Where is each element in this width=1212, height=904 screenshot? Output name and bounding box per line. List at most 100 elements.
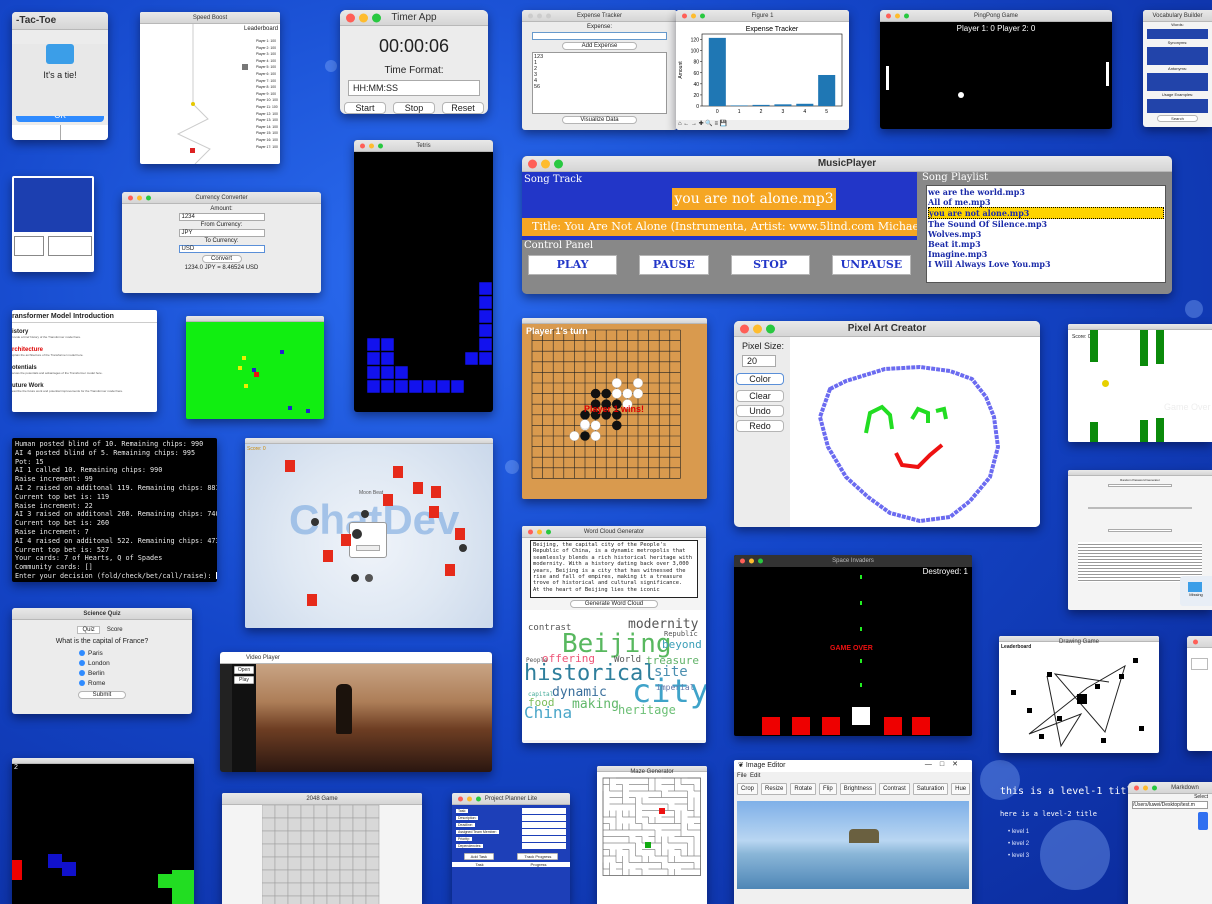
grid-cell[interactable]	[326, 895, 341, 904]
format-input[interactable]: HH:MM:SS	[348, 80, 480, 96]
convert-button[interactable]: Convert	[201, 255, 242, 263]
select-button[interactable]: Select	[1128, 794, 1212, 800]
menu-file[interactable]: File	[737, 773, 747, 779]
menu-edit[interactable]: Edit	[750, 773, 760, 779]
field-input[interactable]	[522, 808, 566, 814]
editor-button-flip[interactable]: Flip	[819, 783, 837, 795]
grid-cell[interactable]	[287, 856, 302, 871]
unpause-button[interactable]: UNPAUSE	[831, 255, 911, 275]
words-box[interactable]	[1147, 29, 1208, 39]
radio-option[interactable]: Rome	[79, 679, 192, 689]
grid-cell[interactable]	[352, 856, 367, 871]
grid-cell[interactable]	[300, 895, 315, 904]
video-frame[interactable]	[256, 664, 492, 772]
grid-cell[interactable]	[365, 805, 380, 819]
from-input[interactable]: JPY	[178, 229, 265, 237]
length-input[interactable]	[1108, 484, 1172, 487]
add-task-button[interactable]: Add Task	[463, 853, 495, 860]
undo-button[interactable]: Undo	[736, 405, 784, 417]
grid-cell[interactable]	[365, 830, 380, 845]
window-controls[interactable]: —□✕	[925, 760, 966, 768]
image-canvas[interactable]	[737, 801, 969, 889]
grid-cell[interactable]	[262, 805, 276, 819]
antonyms-box[interactable]	[1147, 73, 1208, 91]
track-progress-button[interactable]: Track Progress	[517, 853, 559, 860]
playlist-item[interactable]: Wolves.mp3	[928, 229, 1164, 239]
grid-cell[interactable]	[326, 869, 341, 884]
grid-cell[interactable]	[287, 805, 302, 819]
search-button[interactable]: Search	[1157, 115, 1198, 122]
field-input[interactable]	[522, 836, 566, 842]
color-button[interactable]: Color	[736, 373, 784, 385]
grid-cell[interactable]	[352, 895, 367, 904]
grid-cell[interactable]	[287, 882, 302, 897]
grid-cell[interactable]	[365, 882, 380, 897]
expense-input[interactable]	[532, 32, 667, 40]
slider[interactable]	[1088, 507, 1192, 509]
grid-cell[interactable]	[365, 869, 380, 884]
field-input[interactable]	[522, 822, 566, 828]
grid-cell[interactable]	[365, 895, 380, 904]
grid-cell[interactable]	[352, 805, 367, 819]
grid-cell[interactable]	[274, 830, 289, 845]
field-input[interactable]	[522, 843, 566, 849]
grid-cell[interactable]	[326, 856, 341, 871]
grid-cell[interactable]	[274, 805, 289, 819]
playlist-item[interactable]: Beat it.mp3	[928, 239, 1164, 249]
stop-button[interactable]: STOP	[730, 255, 810, 275]
grid-cell[interactable]	[365, 817, 380, 832]
grid-cell[interactable]	[313, 805, 328, 819]
radio-option[interactable]: Paris	[79, 649, 192, 659]
grid-cell[interactable]	[326, 817, 341, 832]
grid-cell[interactable]	[313, 856, 328, 871]
playlist-item[interactable]: The Sound Of Silence.mp3	[928, 219, 1164, 229]
reset-button[interactable]: Reset	[442, 102, 484, 114]
grid-cell[interactable]	[287, 869, 302, 884]
column-progress[interactable]: Progress	[531, 862, 547, 867]
expense-list[interactable]: 123 1 2 3 4 56	[532, 52, 667, 114]
field-input[interactable]	[522, 815, 566, 821]
editor-button-brightness[interactable]: Brightness	[839, 783, 877, 795]
playlist-listbox[interactable]: we are the world.mp3 All of me.mp3 you are…	[926, 185, 1166, 283]
pause-button[interactable]: PAUSE	[639, 255, 709, 275]
grid-cell[interactable]	[352, 843, 367, 858]
synonyms-box[interactable]	[1147, 47, 1208, 65]
stop-button[interactable]: Stop	[393, 102, 435, 114]
to-input[interactable]: USD	[178, 245, 265, 253]
editor-button-rotate[interactable]: Rotate	[790, 783, 817, 795]
grid-cell[interactable]	[300, 869, 315, 884]
grid-cell[interactable]	[313, 882, 328, 897]
grid-cell[interactable]	[339, 882, 354, 897]
grid-cell[interactable]	[287, 817, 302, 832]
input-field[interactable]	[1191, 658, 1208, 670]
plot-toolbar[interactable]: ⌂ ← → ✚ 🔍 ≡ 💾	[676, 120, 849, 130]
pixel-size-input[interactable]: 20	[742, 355, 776, 367]
list-box[interactable]	[48, 236, 92, 256]
finder-popup[interactable]: Missing	[1180, 576, 1212, 606]
tab-quiz[interactable]: Quiz	[77, 626, 100, 634]
grid-cell[interactable]	[262, 895, 276, 904]
count-input[interactable]	[1108, 529, 1172, 532]
editor-button-crop[interactable]: Crop	[737, 783, 759, 795]
poker-terminal[interactable]: Human posted blind of 10. Remaining chip…	[12, 438, 217, 582]
grid-cell[interactable]	[300, 882, 315, 897]
grid-cell[interactable]	[326, 830, 341, 845]
grid-cell[interactable]	[274, 856, 289, 871]
play-button[interactable]: PLAY	[528, 255, 618, 275]
grid-cell[interactable]	[262, 830, 276, 845]
radio-option[interactable]: London	[79, 659, 192, 669]
text-input[interactable]: Beijing, the capital city of the People'…	[530, 540, 698, 598]
add-expense-button[interactable]: Add Expense	[562, 42, 637, 50]
grid-cell[interactable]	[300, 856, 315, 871]
grid-cell[interactable]	[365, 843, 380, 858]
board-cell[interactable]: X	[60, 125, 108, 140]
playlist-item[interactable]: we are the world.mp3	[928, 187, 1164, 197]
editor-button-resize[interactable]: Resize	[761, 783, 788, 795]
start-button[interactable]: Start	[344, 102, 386, 114]
generate-button[interactable]: Generate Word Cloud	[570, 600, 658, 608]
clear-button[interactable]: Clear	[736, 390, 784, 402]
play-button[interactable]: Play	[234, 676, 254, 684]
amount-input[interactable]: 1234	[178, 213, 265, 221]
grid-cell[interactable]	[352, 830, 367, 845]
list-box[interactable]	[14, 236, 44, 256]
